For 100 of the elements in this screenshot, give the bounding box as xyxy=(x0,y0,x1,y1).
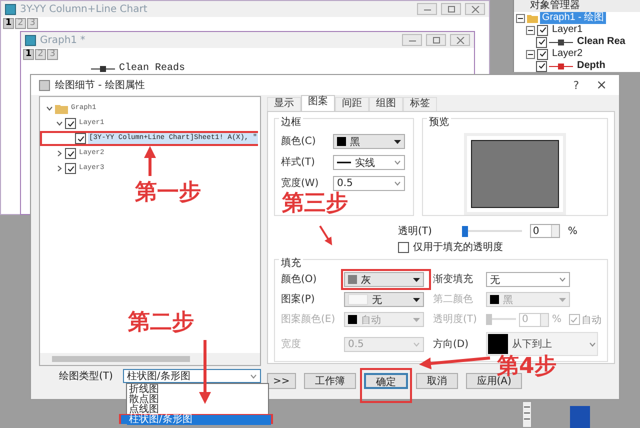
checkbox[interactable] xyxy=(75,133,86,144)
checkbox[interactable] xyxy=(65,118,76,129)
window-icon xyxy=(25,34,36,46)
tree-item[interactable]: Layer2 xyxy=(550,48,585,60)
color-dropdown[interactable]: 黑 xyxy=(333,134,405,149)
line-style-dropdown[interactable]: 实线 xyxy=(333,155,405,170)
legend-label: Clean Reads xyxy=(119,63,186,74)
close-icon xyxy=(470,6,480,12)
dropdown-option[interactable]: 点线图 xyxy=(127,405,271,415)
plot-type-dropdown[interactable]: 柱状图/条形图 xyxy=(122,369,261,383)
unit-label: % xyxy=(568,226,578,236)
checkbox[interactable] xyxy=(65,163,76,174)
tree-item[interactable]: Clean Rea xyxy=(575,36,628,48)
page-tab[interactable]: 1 xyxy=(3,18,14,29)
field-label: 透明度(T) xyxy=(433,313,478,326)
direction-dropdown[interactable]: 从下到上 xyxy=(486,332,598,356)
tab[interactable]: 组图 xyxy=(369,97,403,111)
legend-symbol-icon xyxy=(91,66,115,72)
field-label: 宽度(W) xyxy=(281,177,320,190)
tab[interactable]: 标签 xyxy=(403,97,437,111)
close-icon xyxy=(456,36,464,44)
checkbox[interactable] xyxy=(536,60,547,72)
slider-track[interactable] xyxy=(462,226,522,236)
horizontal-scrollbar[interactable] xyxy=(40,353,260,365)
thumbnail-drawing xyxy=(570,406,590,428)
tab[interactable]: 显示 xyxy=(267,97,301,111)
unit-label: % xyxy=(552,313,562,326)
tab[interactable]: 间距 xyxy=(335,97,369,111)
dialog-button[interactable]: 工作簿 xyxy=(304,373,356,389)
field-label: 透明(T) xyxy=(398,224,432,238)
annotation-text: 第三步 xyxy=(282,193,348,215)
dropdown[interactable]: 0.5 xyxy=(333,176,405,191)
chevron-down-icon xyxy=(394,160,401,165)
pattern-dropdown[interactable]: 无 xyxy=(344,292,424,307)
checkbox[interactable] xyxy=(536,36,547,48)
annotation-text: 第一步 xyxy=(135,182,201,204)
field-label: 颜色(O) xyxy=(281,273,318,286)
dropdown-option[interactable]: 散点图 xyxy=(127,395,271,405)
caret-icon xyxy=(413,318,420,322)
number-field[interactable]: 0 xyxy=(530,224,560,238)
minimize-button[interactable] xyxy=(417,3,437,15)
minimize-button[interactable] xyxy=(402,34,422,46)
dialog-button[interactable]: >> xyxy=(267,373,296,389)
chevron-down-icon xyxy=(413,342,420,346)
chevron-right-icon[interactable] xyxy=(56,150,63,157)
folder-icon xyxy=(55,104,68,114)
pattern-swatch xyxy=(348,294,368,305)
chevron-down-icon[interactable] xyxy=(56,120,63,127)
window-title: Graph1 * xyxy=(40,34,86,46)
maximize-icon xyxy=(432,36,440,44)
slider-thumb[interactable] xyxy=(462,226,468,236)
field-label: 颜色(C) xyxy=(281,135,317,148)
maximize-icon xyxy=(446,6,456,12)
field-label: 方向(D) xyxy=(433,338,470,350)
page-tab[interactable]: 1 xyxy=(23,49,34,60)
caret-icon xyxy=(413,278,420,282)
window-icon xyxy=(5,4,16,14)
checkbox[interactable] xyxy=(65,148,76,159)
dialog-button[interactable]: 取消 xyxy=(416,373,458,389)
color-dropdown[interactable]: 灰 xyxy=(344,272,424,287)
line-sample-icon xyxy=(337,161,351,164)
collapse-icon[interactable] xyxy=(516,14,525,22)
tab[interactable]: 图案 xyxy=(301,95,335,111)
checkbox-label: 仅用于填充的透明度 xyxy=(413,240,503,254)
checkbox[interactable] xyxy=(398,242,409,252)
dialog-button[interactable]: 确定 xyxy=(364,373,408,389)
dialog-icon xyxy=(39,80,50,90)
checkbox-label: 自动 xyxy=(582,314,602,326)
annotation-text: 第二步 xyxy=(128,312,194,334)
chevron-down-icon[interactable] xyxy=(46,105,53,112)
field-label: 图案颜色(E) xyxy=(281,313,336,326)
field-label: 图案(P) xyxy=(281,293,316,306)
tree-item[interactable]: Layer1 xyxy=(550,24,585,36)
checkbox[interactable] xyxy=(537,24,548,36)
dropdown[interactable]: 无 xyxy=(486,272,570,287)
close-button[interactable]: × xyxy=(592,78,611,92)
field-label: 宽度 xyxy=(281,338,302,350)
field-label: 绘图类型(T) xyxy=(59,370,113,383)
collapse-icon[interactable] xyxy=(526,26,535,34)
window-title: 3Y-YY Column+Line Chart xyxy=(20,4,148,14)
close-button[interactable] xyxy=(465,3,485,15)
help-button[interactable]: ? xyxy=(565,78,588,92)
arrow xyxy=(199,340,211,404)
maximize-button[interactable] xyxy=(426,34,446,46)
tree-item[interactable]: Depth xyxy=(575,60,608,72)
chevron-down-icon xyxy=(250,374,257,378)
dropdown-option[interactable]: 柱状图/条形图 xyxy=(127,415,271,425)
chevron-right-icon[interactable] xyxy=(56,165,63,172)
maximize-button[interactable] xyxy=(441,3,461,15)
chevron-down-icon xyxy=(394,181,401,186)
arrow xyxy=(419,356,490,370)
collapse-icon[interactable] xyxy=(526,50,535,58)
group-title: 边框 xyxy=(279,117,303,129)
checkbox[interactable] xyxy=(537,48,548,60)
panel-title: 对象管理器 xyxy=(530,0,580,11)
chevron-down-icon xyxy=(589,342,596,346)
chevron-down-icon xyxy=(559,277,566,282)
toolbar-drawing[interactable] xyxy=(522,401,532,428)
group-title: 预览 xyxy=(427,117,451,129)
close-button[interactable] xyxy=(450,34,470,46)
